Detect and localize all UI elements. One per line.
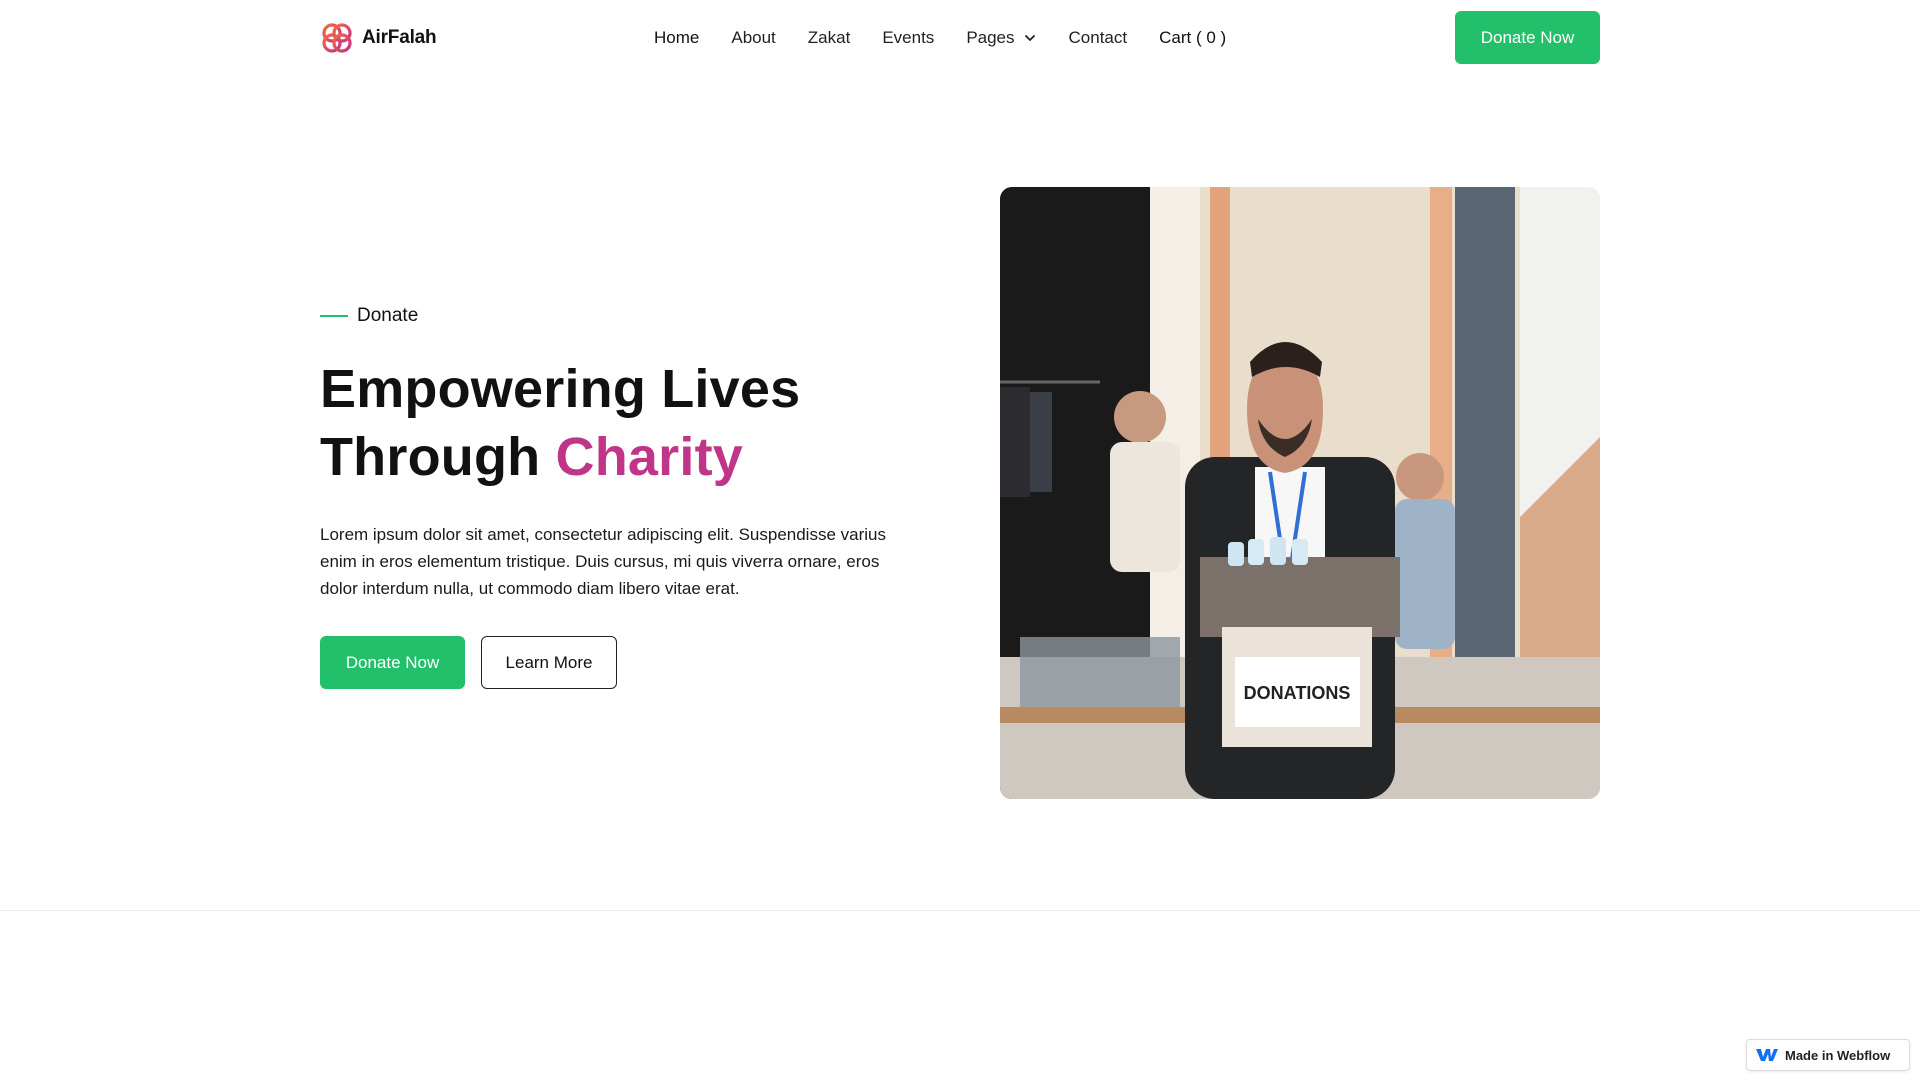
chevron-down-icon xyxy=(1024,34,1035,41)
hero-description: Lorem ipsum dolor sit amet, consectetur … xyxy=(320,525,886,598)
eyebrow-text: Donate xyxy=(357,305,419,326)
nav-pages-dropdown[interactable]: Pages xyxy=(966,28,1036,48)
eyebrow-line xyxy=(320,315,348,317)
hero-donate-button[interactable]: Donate Now xyxy=(320,636,465,689)
headline-line2-plain: Through xyxy=(320,427,556,487)
nav-about[interactable]: About xyxy=(731,28,775,48)
made-in-webflow-badge[interactable]: Made in Webflow xyxy=(1746,1039,1910,1071)
hero-headline: Empowering Lives Through Charity xyxy=(320,355,920,491)
nav-contact[interactable]: Contact xyxy=(1069,28,1128,48)
nav-donate-button[interactable]: Donate Now xyxy=(1455,11,1600,64)
nav-pages-label: Pages xyxy=(966,27,1015,47)
main-menu: Home About Zakat Events Pages Contact Ca… xyxy=(654,28,1226,48)
webflow-icon xyxy=(1756,1049,1778,1061)
headline-accent: Charity xyxy=(555,427,743,487)
navbar: AirFalah Home About Zakat Events Pages C… xyxy=(320,11,1600,64)
section-divider xyxy=(0,910,1920,911)
hero-eyebrow: Donate xyxy=(320,305,920,327)
hero-content: Donate Empowering Lives Through Charity … xyxy=(320,305,920,689)
nav-zakat[interactable]: Zakat xyxy=(808,28,851,48)
hero-cta-row: Donate Now Learn More xyxy=(320,636,920,689)
nav-home[interactable]: Home xyxy=(654,28,699,48)
hero-image: DONATIONS xyxy=(1000,187,1600,799)
box-label: DONATIONS xyxy=(1244,683,1351,703)
learn-more-button[interactable]: Learn More xyxy=(481,636,617,689)
page: AirFalah Home About Zakat Events Pages C… xyxy=(0,0,1920,1080)
nav-events[interactable]: Events xyxy=(882,28,934,48)
logo-link[interactable]: AirFalah xyxy=(320,21,437,55)
nav-cart[interactable]: Cart ( 0 ) xyxy=(1159,28,1226,48)
badge-label: Made in Webflow xyxy=(1785,1047,1891,1063)
brand-name: AirFalah xyxy=(362,26,437,48)
volunteer-photo: DONATIONS xyxy=(1000,187,1600,799)
headline-line1: Empowering Lives xyxy=(320,359,801,419)
airfalah-logo-icon xyxy=(322,22,352,53)
